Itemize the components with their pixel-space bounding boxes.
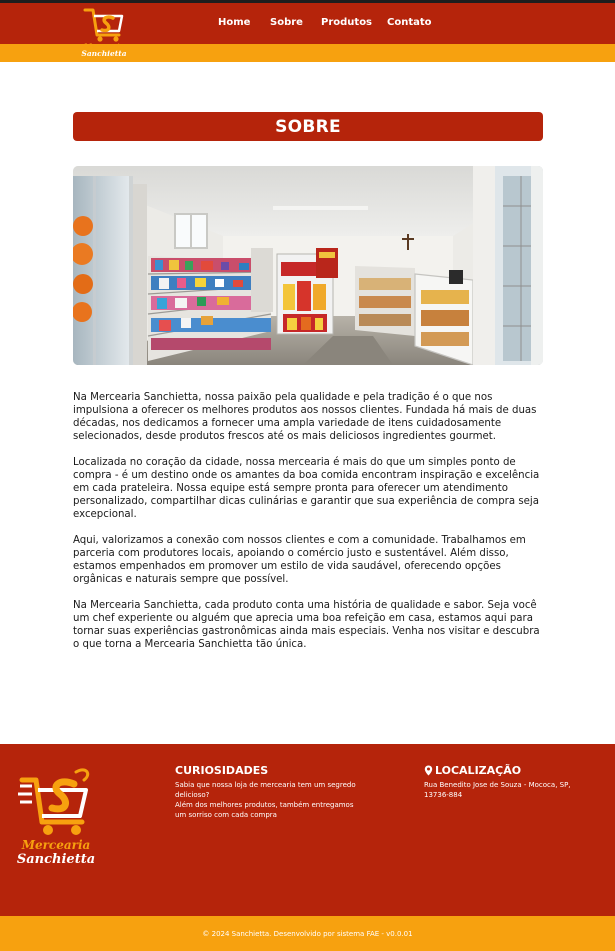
page-title: SOBRE [275,116,341,137]
copyright-text: © 2024 Sanchietta. Desenvolvido por sist… [202,929,413,938]
curiosidades-title: CURIOSIDADES [175,764,269,777]
footer-logo[interactable]: Mercearia Sanchietta [14,762,98,867]
about-content: Na Mercearia Sanchietta, nossa paixão pe… [73,391,543,664]
logo[interactable]: Mercearia Sanchietta [79,5,129,59]
logo-text-line2: Sanchietta [81,49,126,58]
site-footer: Mercearia Sanchietta CURIOSIDADES Sabia … [0,744,615,916]
nav-sobre[interactable]: Sobre [270,17,303,28]
about-paragraph-1: Na Mercearia Sanchietta, nossa paixão pe… [73,392,537,442]
curiosidades-line-2: Além dos melhores produtos, também entre… [175,801,354,819]
nav-contato[interactable]: Contato [387,17,432,28]
about-paragraph-3: Aqui, valorizamos a conexão com nossos c… [73,535,526,585]
main-nav: Home Sobre Produtos Contato [0,17,615,31]
section-title-bar: SOBRE [73,112,543,141]
store-interior-image [73,166,543,365]
map-pin-icon [424,765,433,776]
nav-produtos[interactable]: Produtos [321,17,372,28]
about-paragraph-2: Localizada no coração da cidade, nossa m… [73,457,540,520]
footer-logo-text-line1: Mercearia [21,838,91,852]
localizacao-title: LOCALIZAÇÃO [435,764,522,777]
curiosidades-line-1: Sabia que nossa loja de mercearia tem um… [175,781,356,799]
curiosidades-section: CURIOSIDADES Sabia que nossa loja de mer… [175,764,365,820]
localizacao-section: LOCALIZAÇÃO Rua Benedito Jose de Souza -… [424,764,594,800]
localizacao-heading: LOCALIZAÇÃO [424,764,594,777]
nav-home[interactable]: Home [218,17,250,28]
about-paragraph-4: Na Mercearia Sanchietta, cada produto co… [73,600,540,650]
footer-logo-text-line2: Sanchietta [17,852,95,867]
localizacao-address: Rua Benedito Jose de Souza - Mococa, SP,… [424,781,571,799]
copyright-bar: © 2024 Sanchietta. Desenvolvido por sist… [0,916,615,951]
